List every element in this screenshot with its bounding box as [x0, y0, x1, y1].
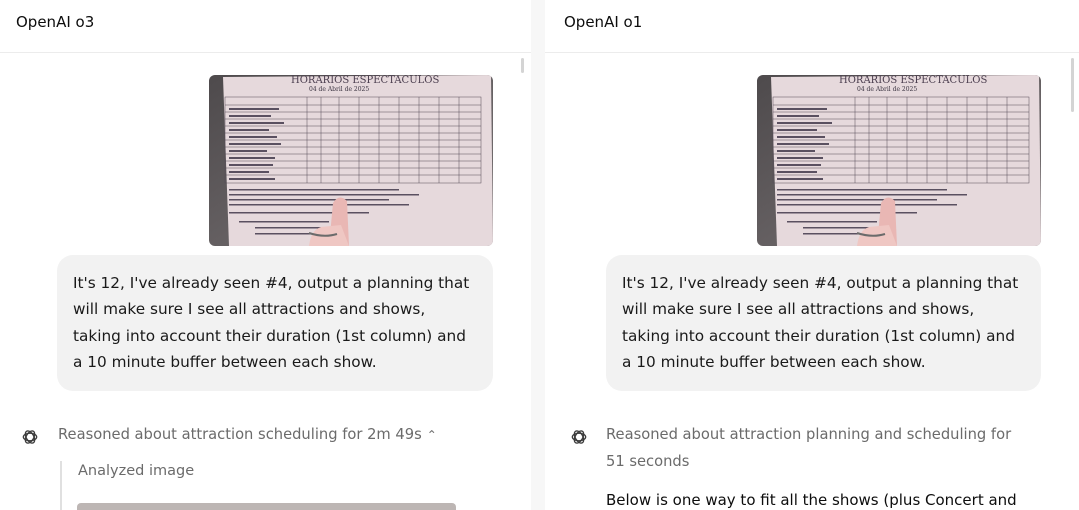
left-reasoning-summary[interactable]: Reasoned about attraction scheduling for… — [58, 422, 498, 449]
right-pane-title: OpenAI o1 — [564, 13, 643, 31]
pane-divider — [531, 0, 545, 510]
right-scrollbar[interactable] — [1071, 58, 1074, 112]
right-uploaded-photo[interactable]: HORARIOS ESPECTACULOS 04 de Abril de 202… — [757, 75, 1041, 246]
chatgpt-logo-icon — [571, 430, 587, 444]
assistant-answer: Below is one way to fit all the shows (p… — [606, 491, 1017, 509]
left-uploaded-photo[interactable]: HORARIOS ESPECTACULOS 04 de Abril de 202… — [209, 75, 493, 246]
chatgpt-logo-icon — [22, 430, 38, 444]
chevron-up-icon[interactable]: ⌃ — [427, 422, 437, 449]
analyzed-image-thumbnail[interactable] — [77, 503, 456, 510]
right-reasoning-summary[interactable]: Reasoned about attraction planning and s… — [606, 422, 1026, 475]
left-chat-pane: OpenAI o3 HORARIOS ESPECTACULOS 04 de Ab… — [0, 0, 531, 510]
left-scrollbar[interactable] — [521, 58, 524, 73]
photo-heading: HORARIOS ESPECTACULOS — [839, 75, 987, 86]
right-pane-header: OpenAI o1 — [545, 0, 1079, 53]
left-pane-header: OpenAI o3 — [0, 0, 531, 53]
left-user-message: It's 12, I've already seen #4, output a … — [57, 255, 493, 391]
photo-date: 04 de Abril de 2025 — [309, 86, 369, 93]
right-chat-pane: OpenAI o1 HORARIOS ESPECTACULOS 04 de Ab… — [545, 0, 1079, 510]
left-reasoning-text: Reasoned about attraction scheduling for… — [58, 426, 422, 443]
analyzed-image-label: Analyzed image — [78, 463, 195, 479]
photo-heading: HORARIOS ESPECTACULOS — [291, 75, 439, 86]
left-pane-title: OpenAI o3 — [16, 13, 95, 31]
photo-date: 04 de Abril de 2025 — [857, 86, 917, 93]
reasoning-thread-line — [60, 461, 62, 510]
right-user-message: It's 12, I've already seen #4, output a … — [606, 255, 1041, 391]
